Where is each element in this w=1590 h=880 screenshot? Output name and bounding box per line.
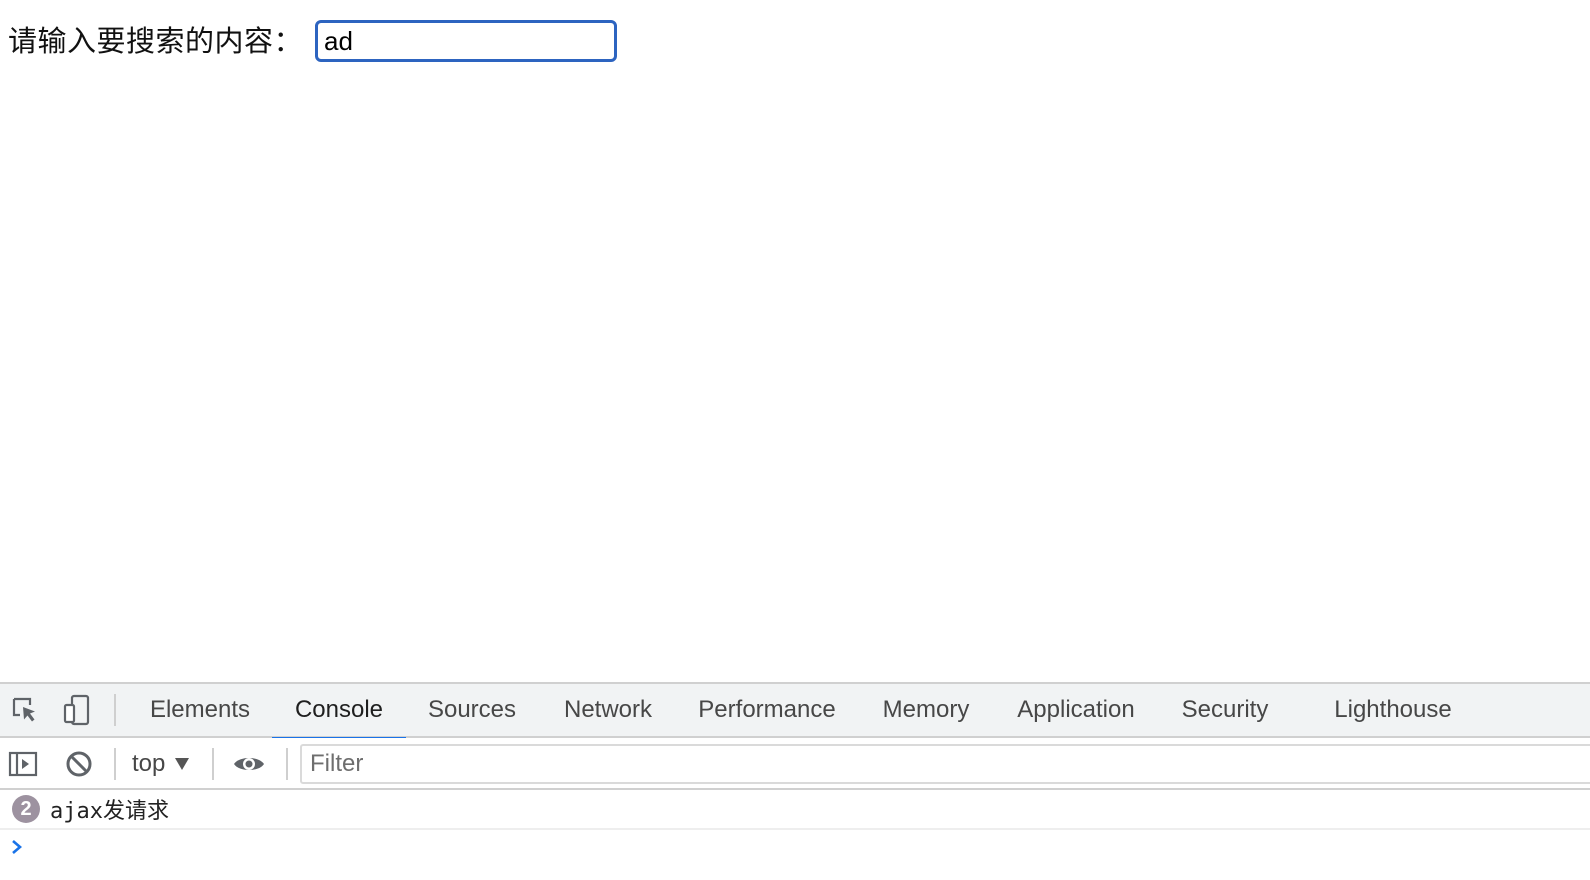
tab-label: Console	[294, 696, 384, 723]
tab-label: Network	[563, 696, 653, 723]
tab-label: Elements	[149, 696, 251, 723]
tab-performance[interactable]: Performance	[688, 684, 846, 738]
search-input[interactable]	[315, 20, 618, 62]
search-label: 请输入要搜索的内容：	[8, 24, 304, 58]
tab-elements[interactable]: Elements	[136, 684, 264, 738]
context-selector[interactable]: top	[132, 746, 190, 782]
tab-network[interactable]: Network	[550, 684, 666, 738]
tab-security[interactable]: Security	[1168, 684, 1282, 738]
repeat-count-badge: 2	[12, 795, 40, 823]
tab-memory[interactable]: Memory	[868, 684, 984, 738]
console-message: 2 ajax发请求	[0, 790, 1590, 830]
console-prompt[interactable]	[0, 830, 1590, 868]
tab-label: Performance	[698, 696, 836, 723]
devtools-tab-bar: Elements Console Sources Network Perform…	[0, 684, 1590, 740]
toolbar-separator	[286, 748, 288, 780]
tab-label: Sources	[427, 696, 517, 723]
tab-console[interactable]: Console	[272, 684, 406, 740]
filter-input[interactable]	[300, 744, 1590, 784]
clear-console-icon[interactable]	[62, 747, 96, 781]
console-message-text: ajax发请求	[50, 799, 169, 824]
page-content: 请输入要搜索的内容：	[0, 0, 1590, 682]
device-toolbar-icon[interactable]	[60, 693, 94, 727]
tab-label: Security	[1181, 696, 1269, 723]
tab-application[interactable]: Application	[1006, 684, 1146, 738]
toolbar-separator	[212, 748, 214, 780]
context-label: top	[132, 750, 166, 777]
tab-sources[interactable]: Sources	[414, 684, 530, 738]
tab-label: Memory	[882, 696, 970, 723]
sidebar-toggle-icon[interactable]	[6, 747, 40, 781]
search-row: 请输入要搜索的内容：	[8, 20, 618, 62]
tab-lighthouse[interactable]: Lighthouse	[1318, 684, 1468, 738]
dropdown-arrow-icon	[175, 758, 190, 770]
console-toolbar: top	[0, 738, 1590, 790]
devtools-panel: Elements Console Sources Network Perform…	[0, 682, 1590, 880]
toolbar-separator	[114, 748, 116, 780]
tab-label: Application	[1017, 696, 1135, 723]
prompt-chevron-icon	[10, 839, 24, 859]
toolbar-separator	[114, 694, 116, 726]
inspect-element-icon[interactable]	[8, 693, 42, 727]
eye-icon[interactable]	[232, 747, 266, 781]
tab-label: Lighthouse	[1334, 696, 1452, 723]
